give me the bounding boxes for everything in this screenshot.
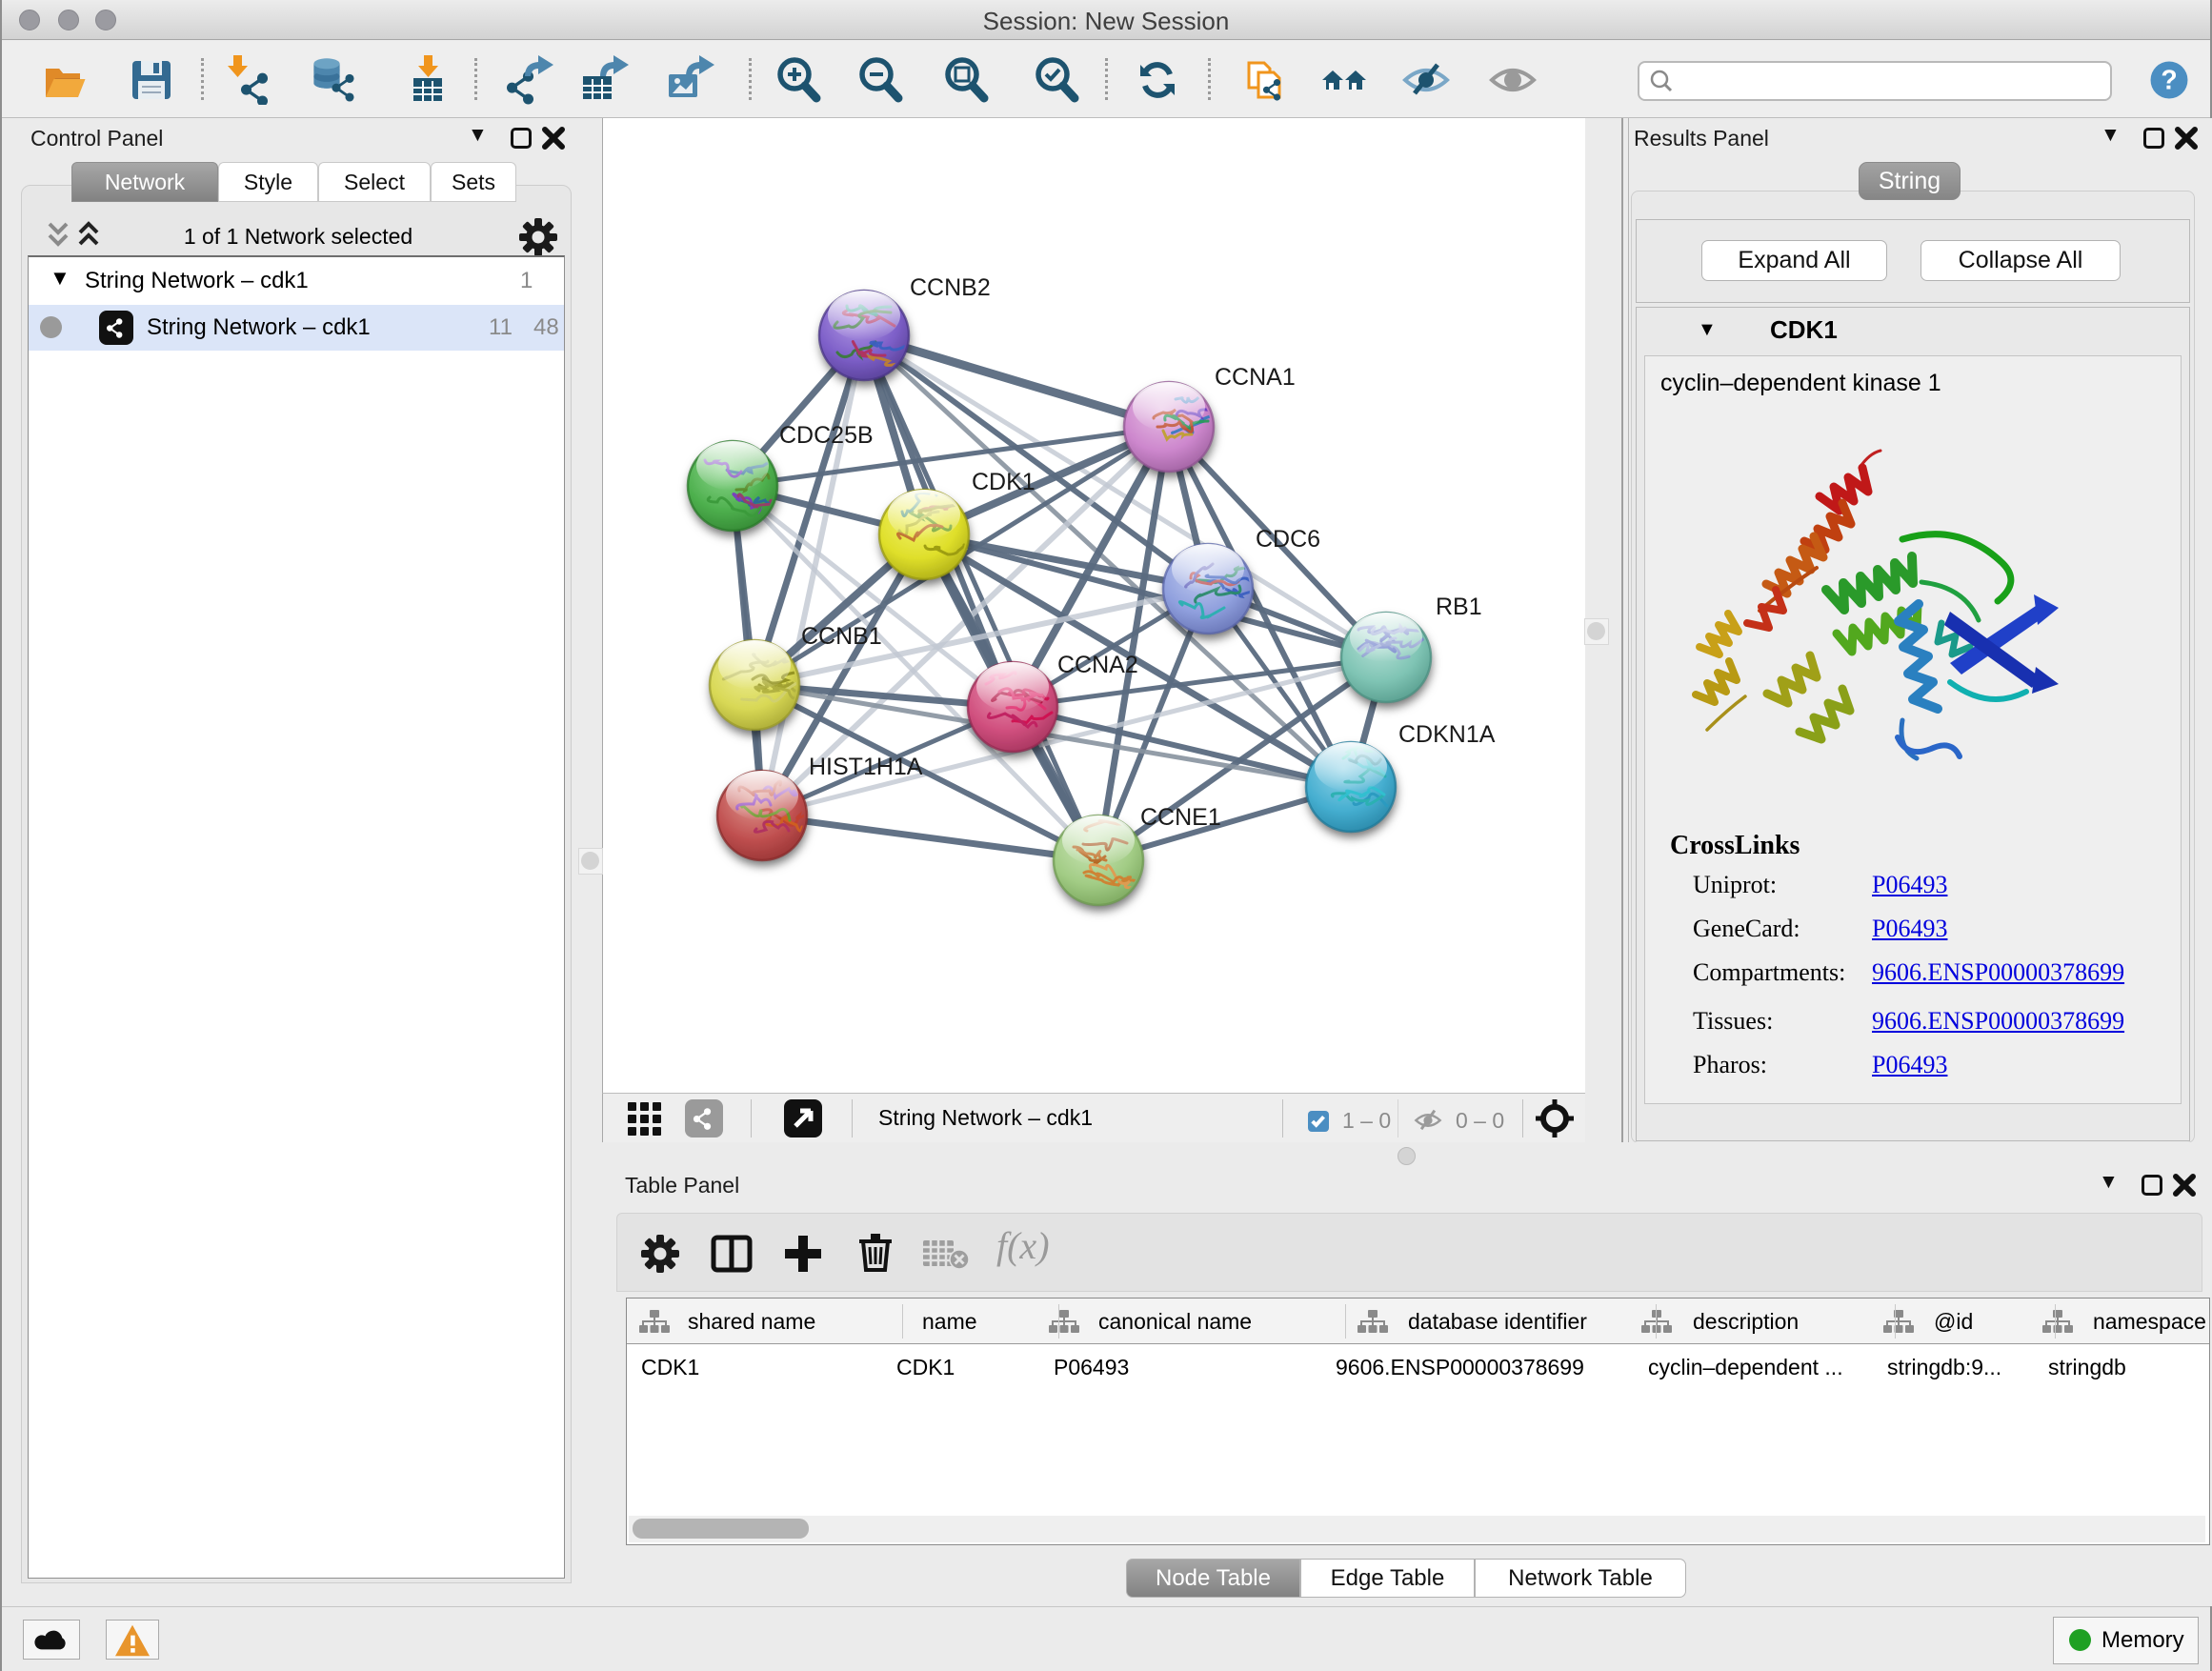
svg-text:CCNA1: CCNA1 — [1215, 364, 1296, 391]
svg-text:CCNB2: CCNB2 — [910, 274, 991, 301]
svg-text:?: ? — [2161, 65, 2177, 95]
svg-text:RB1: RB1 — [1436, 594, 1482, 620]
svg-text:CCNE1: CCNE1 — [1140, 804, 1221, 831]
svg-text:CCNB1: CCNB1 — [801, 623, 882, 650]
svg-text:CDK1: CDK1 — [972, 469, 1036, 495]
svg-text:CCNA2: CCNA2 — [1057, 652, 1138, 678]
svg-text:CDC6: CDC6 — [1256, 526, 1320, 553]
svg-text:CDKN1A: CDKN1A — [1398, 721, 1496, 748]
svg-text:CDC25B: CDC25B — [779, 422, 874, 449]
svg-text:HIST1H1A: HIST1H1A — [809, 754, 923, 780]
